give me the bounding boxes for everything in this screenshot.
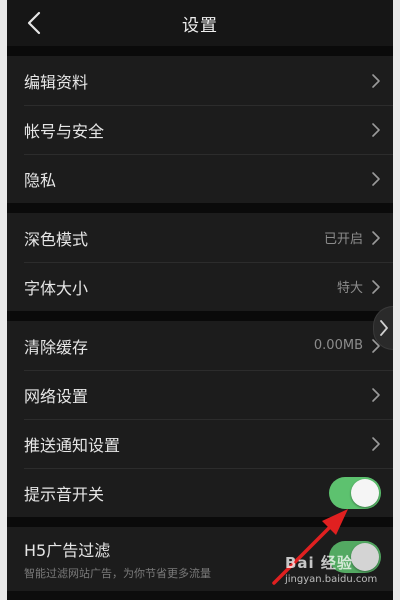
page-title: 设置 bbox=[182, 15, 218, 36]
chevron-right-icon bbox=[372, 73, 380, 88]
row-privacy[interactable]: 隐私 bbox=[7, 154, 393, 203]
row-value: 已开启 bbox=[323, 232, 363, 247]
chevron-right-icon bbox=[372, 171, 380, 186]
row-clear-cache[interactable]: 清除缓存 0.00MB bbox=[7, 321, 393, 370]
row-label: 清除缓存 bbox=[24, 337, 89, 357]
row-dark-mode[interactable]: 深色模式 已开启 bbox=[7, 213, 393, 262]
settings-screen: 设置 编辑资料 帐号与安全 隐私 深色模式 已开启 字体大小 特大 清除缓存 0… bbox=[7, 0, 393, 600]
chevron-right-icon bbox=[372, 436, 380, 451]
left-edge bbox=[0, 0, 7, 600]
section-gap bbox=[7, 311, 393, 321]
section-gap bbox=[7, 203, 393, 213]
toggle-knob bbox=[351, 478, 379, 507]
row-label: 编辑资料 bbox=[24, 72, 89, 92]
row-label: 推送通知设置 bbox=[24, 435, 121, 455]
row-label: 提示音开关 bbox=[24, 484, 105, 504]
section-gap bbox=[7, 46, 393, 56]
row-network-settings[interactable]: 网络设置 bbox=[7, 370, 393, 419]
chevron-right-icon bbox=[372, 230, 380, 245]
section-gap bbox=[7, 517, 393, 527]
row-label: H5广告过滤 bbox=[24, 541, 111, 560]
nav-bar: 设置 bbox=[7, 0, 393, 46]
back-chevron-icon[interactable] bbox=[23, 10, 47, 36]
watermark-url: jingyan.baidu.com bbox=[285, 574, 378, 585]
row-label: 网络设置 bbox=[24, 386, 89, 406]
row-label: 字体大小 bbox=[24, 278, 89, 298]
row-edit-profile[interactable]: 编辑资料 bbox=[7, 56, 393, 105]
row-font-size[interactable]: 字体大小 特大 bbox=[7, 262, 393, 311]
watermark: Bai 经验 jingyan.baidu.com bbox=[285, 552, 377, 585]
chevron-right-icon bbox=[372, 122, 380, 137]
row-value: 0.00MB bbox=[313, 338, 363, 353]
row-account-security[interactable]: 帐号与安全 bbox=[7, 105, 393, 154]
row-push-notifications[interactable]: 推送通知设置 bbox=[7, 419, 393, 468]
watermark-logo: Bai 经验 bbox=[285, 554, 353, 572]
row-sound-toggle: 提示音开关 bbox=[7, 468, 393, 517]
settings-group-general: 清除缓存 0.00MB 网络设置 推送通知设置 提示音开关 bbox=[7, 321, 393, 517]
row-label: 帐号与安全 bbox=[24, 121, 105, 141]
settings-group-display: 深色模式 已开启 字体大小 特大 bbox=[7, 213, 393, 311]
row-label: 深色模式 bbox=[24, 229, 89, 249]
chevron-right-icon bbox=[372, 387, 380, 402]
row-label: 隐私 bbox=[24, 170, 57, 190]
row-subtitle: 智能过滤网站广告，为你节省更多流量 bbox=[24, 567, 211, 580]
right-edge bbox=[393, 0, 400, 600]
settings-group-account: 编辑资料 帐号与安全 隐私 bbox=[7, 56, 393, 203]
row-text-stack: H5广告过滤 智能过滤网站广告，为你节省更多流量 bbox=[24, 537, 329, 581]
chevron-right-icon bbox=[379, 320, 388, 336]
row-value: 特大 bbox=[336, 281, 363, 296]
chevron-right-icon bbox=[372, 279, 380, 294]
sound-toggle-switch[interactable] bbox=[329, 476, 381, 509]
